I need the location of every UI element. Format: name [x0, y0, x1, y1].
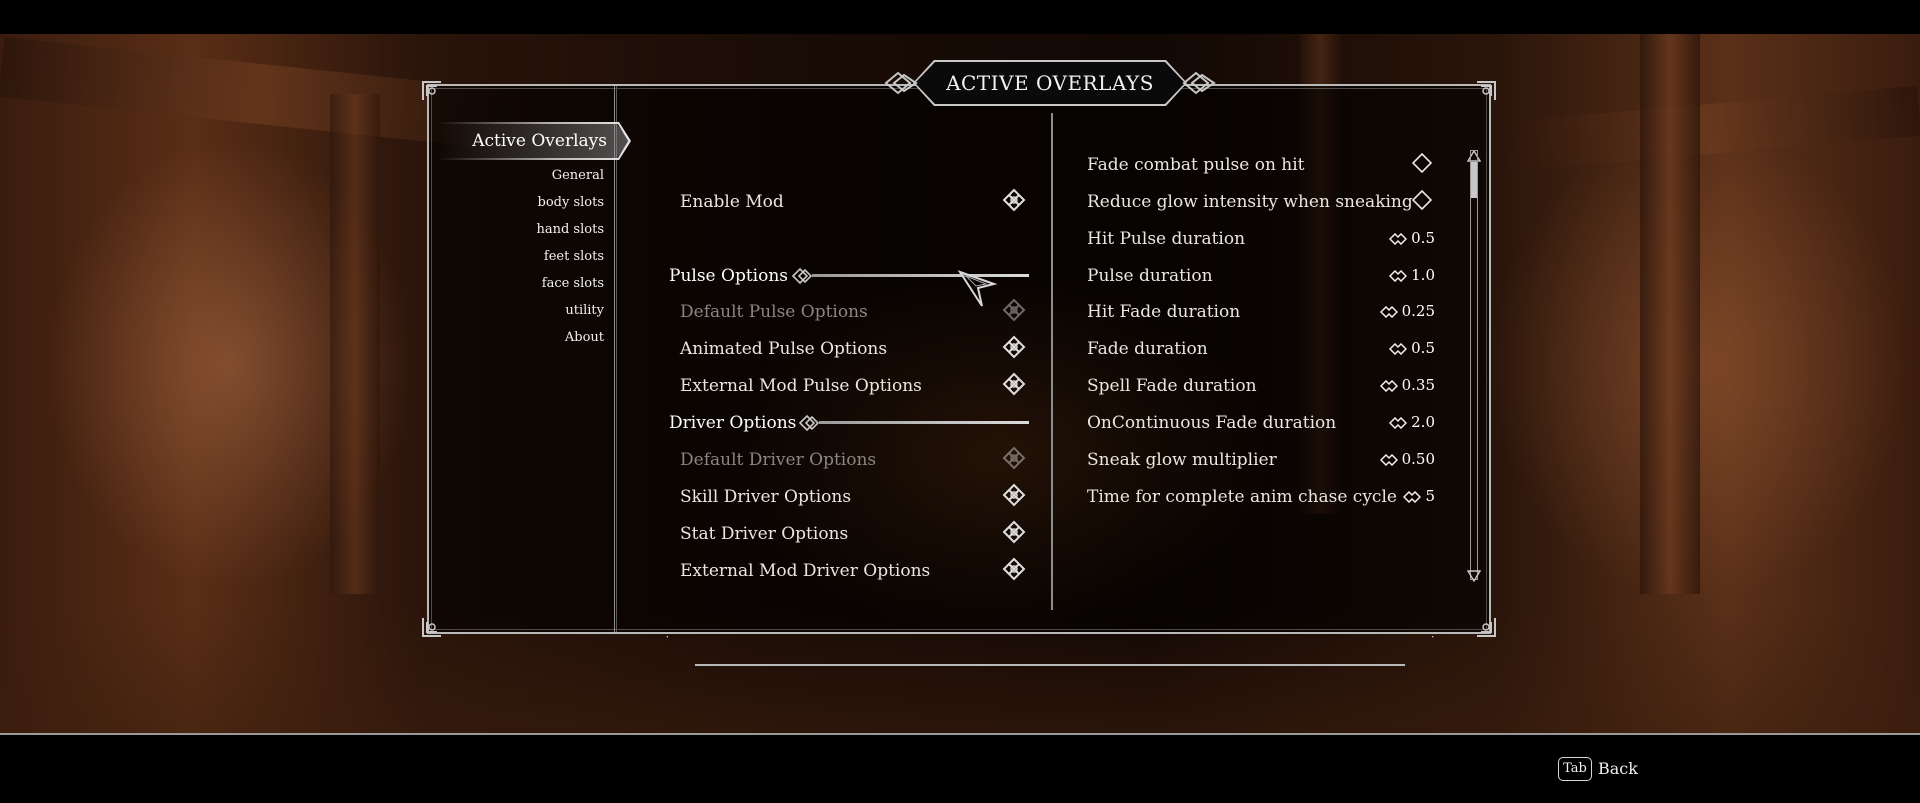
driver-option-item[interactable]: Default Driver Options — [680, 450, 876, 470]
corner-ornament-icon — [421, 616, 443, 638]
menu-panel — [427, 84, 1491, 634]
slider-value[interactable]: 0.35 — [1379, 376, 1435, 394]
sidebar-item-about[interactable]: About — [565, 330, 604, 345]
toggle-option-label[interactable]: Reduce glow intensity when sneaking — [1087, 192, 1413, 212]
diamond-checkbox-icon[interactable] — [1412, 190, 1432, 210]
pulse-option-item[interactable]: External Mod Pulse Options — [680, 376, 922, 396]
sidebar-divider — [614, 86, 617, 632]
slider-option-label[interactable]: Spell Fade duration — [1087, 376, 1257, 396]
column-divider — [1051, 113, 1053, 610]
slider-value[interactable]: 0.25 — [1379, 302, 1435, 320]
celtic-knot-icon[interactable] — [1002, 335, 1026, 359]
sidebar-item-hand-slots[interactable]: hand slots — [536, 222, 604, 237]
footer-divider — [0, 733, 1920, 735]
driver-option-item[interactable]: Skill Driver Options — [680, 487, 851, 507]
slider-arrows-icon — [1389, 417, 1408, 429]
bottom-info-tab — [666, 636, 1434, 666]
slider-arrows-icon — [1389, 343, 1408, 355]
slider-value[interactable]: 0.5 — [1389, 339, 1435, 357]
celtic-knot-icon[interactable] — [1002, 372, 1026, 396]
slider-option-label[interactable]: Hit Pulse duration — [1087, 229, 1245, 249]
corner-ornament-icon — [1475, 616, 1497, 638]
header-ornament-icon — [798, 414, 820, 432]
slider-value[interactable]: 0.50 — [1379, 450, 1435, 468]
slider-value[interactable]: 2.0 — [1389, 413, 1435, 431]
slider-value[interactable]: 1.0 — [1389, 266, 1435, 284]
slider-option-label[interactable]: OnContinuous Fade duration — [1087, 413, 1336, 433]
enable-mod-option[interactable]: Enable Mod — [680, 192, 784, 212]
page-title: ACTIVE OVERLAYS — [946, 71, 1154, 95]
slider-option-label[interactable]: Sneak glow multiplier — [1087, 450, 1277, 470]
pulse-option-item[interactable]: Default Pulse Options — [680, 302, 868, 322]
header-ornament-icon — [791, 267, 813, 285]
corner-ornament-icon — [1475, 80, 1497, 102]
driver-options-header: Driver Options — [669, 413, 797, 433]
slider-arrows-icon — [1403, 491, 1422, 503]
slider-arrows-icon — [1379, 380, 1398, 392]
slider-option-label[interactable]: Time for complete anim chase cycle — [1087, 487, 1397, 507]
sidebar-item-label[interactable]: Active Overlays — [437, 124, 607, 158]
back-button[interactable]: Back — [1598, 759, 1638, 778]
scroll-down-arrow-icon[interactable] — [1467, 570, 1481, 582]
pulse-option-item[interactable]: Animated Pulse Options — [680, 339, 887, 359]
slider-option-label[interactable]: Pulse duration — [1087, 266, 1213, 286]
scrollbar-thumb[interactable] — [1471, 162, 1477, 198]
toggle-option-label[interactable]: Fade combat pulse on hit — [1087, 155, 1305, 175]
tab-key-icon[interactable]: Tab — [1558, 757, 1592, 781]
scrollbar-track[interactable] — [1470, 150, 1478, 580]
celtic-knot-icon[interactable] — [1002, 483, 1026, 507]
corner-ornament-icon — [421, 80, 443, 102]
mouse-cursor-icon — [958, 270, 998, 307]
slider-arrows-icon — [1389, 270, 1408, 282]
celtic-knot-icon[interactable] — [1002, 446, 1026, 470]
slider-option-label[interactable]: Fade duration — [1087, 339, 1208, 359]
celtic-knot-icon[interactable] — [1002, 188, 1026, 212]
sidebar-item-face-slots[interactable]: face slots — [542, 276, 604, 291]
sidebar-item-feet-slots[interactable]: feet slots — [544, 249, 604, 264]
slider-value[interactable]: 5 — [1403, 487, 1435, 505]
title-ornament-icon — [884, 71, 918, 95]
diamond-checkbox-icon[interactable] — [1412, 153, 1432, 173]
celtic-knot-icon[interactable] — [1002, 557, 1026, 581]
pulse-options-header: Pulse Options — [669, 266, 789, 286]
slider-value[interactable]: 0.5 — [1389, 229, 1435, 247]
driver-option-item[interactable]: Stat Driver Options — [680, 524, 848, 544]
celtic-knot-icon[interactable] — [1002, 520, 1026, 544]
slider-arrows-icon — [1379, 306, 1398, 318]
sidebar-item-general[interactable]: General — [552, 168, 604, 183]
celtic-knot-icon[interactable] — [1002, 298, 1026, 322]
driver-option-item[interactable]: External Mod Driver Options — [680, 561, 930, 581]
slider-arrows-icon — [1389, 233, 1408, 245]
slider-option-label[interactable]: Hit Fade duration — [1087, 302, 1240, 322]
sidebar-item-body-slots[interactable]: body slots — [538, 195, 605, 210]
title-ornament-icon — [1182, 71, 1216, 95]
letterbox-top — [0, 0, 1920, 34]
slider-arrows-icon — [1379, 454, 1398, 466]
sidebar-item-utility[interactable]: utility — [565, 303, 604, 318]
